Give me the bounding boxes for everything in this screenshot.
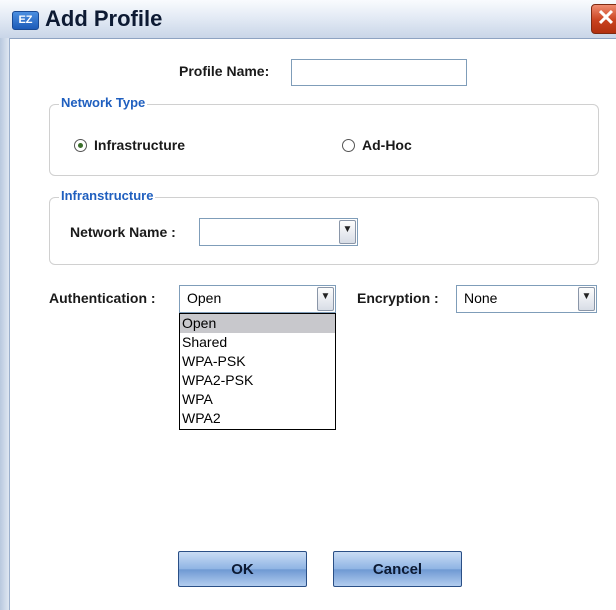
authentication-dropdown-list: Open Shared WPA-PSK WPA2-PSK WPA WPA2 <box>179 313 336 430</box>
network-type-legend: Network Type <box>59 95 148 110</box>
auth-option-wpa[interactable]: WPA <box>180 390 335 409</box>
auth-option-shared[interactable]: Shared <box>180 333 335 352</box>
ok-button[interactable]: OK <box>178 551 307 587</box>
infrastructure-legend: Infranstructure <box>59 188 156 203</box>
window-left-border <box>0 38 10 610</box>
chevron-down-icon[interactable]: ▼ <box>339 220 356 244</box>
chevron-down-icon[interactable]: ▼ <box>578 287 595 311</box>
auth-option-wpa2-psk[interactable]: WPA2-PSK <box>180 371 335 390</box>
chevron-down-icon[interactable]: ▼ <box>317 287 334 311</box>
cancel-button[interactable]: Cancel <box>333 551 462 587</box>
network-name-select[interactable]: ▼ <box>199 218 358 246</box>
authentication-value: Open <box>187 290 222 306</box>
add-profile-dialog: EZ Add Profile ✕ Profile Name: Network T… <box>0 0 616 610</box>
profile-name-label: Profile Name: <box>179 63 270 79</box>
title-bar[interactable]: EZ Add Profile ✕ <box>0 0 616 39</box>
encryption-select[interactable]: None ▼ <box>456 285 597 313</box>
auth-option-wpa-psk[interactable]: WPA-PSK <box>180 352 335 371</box>
infrastructure-radio[interactable] <box>74 139 87 152</box>
close-icon[interactable]: ✕ <box>591 4 616 34</box>
radio-selected-dot <box>78 143 83 148</box>
authentication-label: Authentication : <box>49 290 156 306</box>
adhoc-radio-label[interactable]: Ad-Hoc <box>362 137 412 153</box>
window-title: Add Profile <box>45 6 163 31</box>
ez-app-icon: EZ <box>12 11 39 30</box>
encryption-value: None <box>464 290 498 306</box>
authentication-select[interactable]: Open ▼ <box>179 285 336 313</box>
adhoc-radio[interactable] <box>342 139 355 152</box>
auth-option-open[interactable]: Open <box>180 314 335 333</box>
encryption-label: Encryption : <box>357 290 439 306</box>
auth-option-wpa2[interactable]: WPA2 <box>180 409 335 428</box>
network-name-label: Network Name : <box>70 224 176 240</box>
profile-name-input[interactable] <box>291 59 467 86</box>
infrastructure-radio-label[interactable]: Infrastructure <box>94 137 185 153</box>
